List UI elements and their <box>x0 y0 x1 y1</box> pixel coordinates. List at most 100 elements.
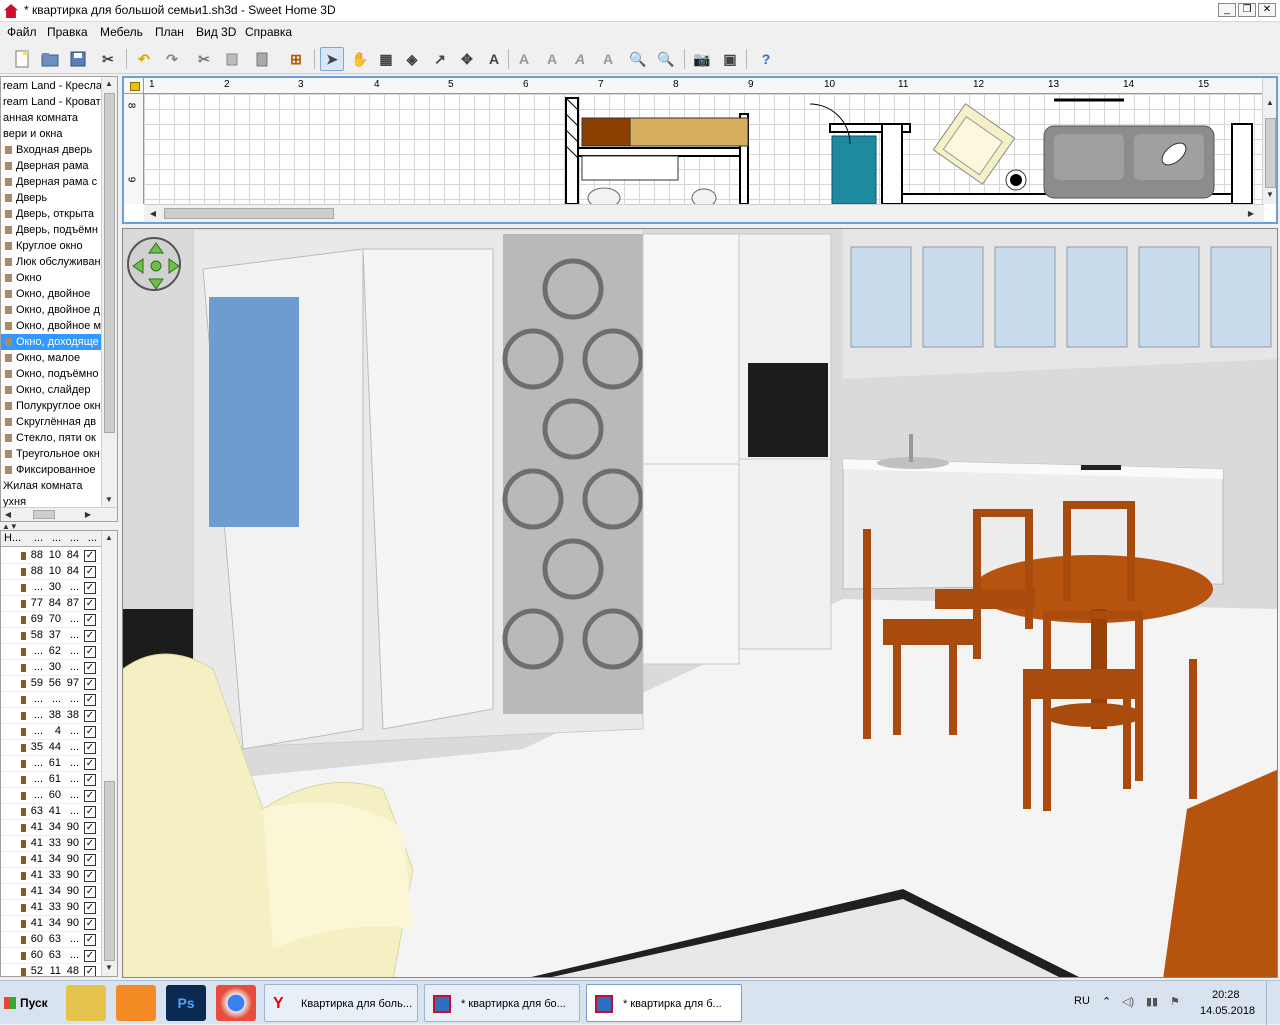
table-row[interactable]: 58 37... ✓ <box>1 628 101 644</box>
visible-checkbox[interactable]: ✓ <box>84 550 96 562</box>
visible-checkbox[interactable]: ✓ <box>84 918 96 930</box>
save-file-icon[interactable] <box>66 47 90 71</box>
visible-checkbox[interactable]: ✓ <box>84 934 96 946</box>
table-row[interactable]: 88 10 84 ✓ <box>1 548 101 564</box>
help-icon[interactable]: ? <box>754 47 778 71</box>
visible-checkbox[interactable]: ✓ <box>84 950 96 962</box>
table-row[interactable]: 41 34 90 ✓ <box>1 820 101 836</box>
flag-icon[interactable]: ⚑ <box>1170 995 1180 1008</box>
clock-date[interactable]: 14.05.2018 <box>1200 1005 1255 1017</box>
undo-icon[interactable]: ↶ <box>132 47 156 71</box>
text-bold-icon[interactable]: A <box>540 47 564 71</box>
visible-checkbox[interactable]: ✓ <box>84 614 96 626</box>
scroll-up-arrow[interactable]: ▲ <box>102 79 116 88</box>
close-button[interactable]: ✕ <box>1258 3 1276 17</box>
visible-checkbox[interactable]: ✓ <box>84 790 96 802</box>
language-indicator[interactable]: RU <box>1074 995 1090 1007</box>
table-row[interactable]: 59 56 97 ✓ <box>1 676 101 692</box>
table-row[interactable]: ... 38 38 ✓ <box>1 708 101 724</box>
zoom-in-icon[interactable]: 🔍 <box>626 47 650 71</box>
create-photo-icon[interactable]: 📷 <box>690 47 714 71</box>
catalog-item[interactable]: Люк обслуживан <box>1 254 115 270</box>
visible-checkbox[interactable]: ✓ <box>84 870 96 882</box>
catalog-item[interactable]: Стекло, пяти ок <box>1 430 115 446</box>
create-video-icon[interactable]: ▣ <box>718 47 742 71</box>
catalog-item[interactable]: Окно, двойное <box>1 286 115 302</box>
visible-checkbox[interactable]: ✓ <box>84 902 96 914</box>
catalog-item[interactable]: Окно, слайдер <box>1 382 115 398</box>
clock-time[interactable]: 20:28 <box>1212 989 1240 1001</box>
table-row[interactable]: 41 34 90 ✓ <box>1 884 101 900</box>
create-walls-icon[interactable]: ▦ <box>374 47 398 71</box>
pan-hand-icon[interactable]: ✋ <box>348 47 372 71</box>
scroll-down-arrow[interactable]: ▼ <box>102 495 116 504</box>
cut-icon[interactable]: ✂ <box>192 47 216 71</box>
catalog-item[interactable]: Дверь <box>1 190 115 206</box>
file-explorer-icon[interactable] <box>66 985 106 1021</box>
menu-file[interactable]: Файл <box>7 25 37 39</box>
catalog-item[interactable]: Окно, малое <box>1 350 115 366</box>
chrome-icon[interactable] <box>216 985 256 1021</box>
scroll-up-arrow[interactable]: ▲ <box>1263 98 1276 107</box>
column-header-depth[interactable]: ... <box>45 532 61 544</box>
scroll-thumb[interactable] <box>33 510 55 519</box>
table-row[interactable]: ... 4... ✓ <box>1 724 101 740</box>
navigation-arrows-icon[interactable] <box>127 237 181 291</box>
volume-icon[interactable]: ◁) <box>1122 995 1134 1008</box>
table-row[interactable]: 88 10 84 ✓ <box>1 564 101 580</box>
photoshop-icon[interactable]: Ps <box>166 985 206 1021</box>
scroll-thumb[interactable] <box>104 93 115 433</box>
scroll-up-arrow[interactable]: ▲ <box>102 533 116 542</box>
visible-checkbox[interactable]: ✓ <box>84 694 96 706</box>
table-row[interactable]: 41 33 90 ✓ <box>1 868 101 884</box>
taskbar-task-yandex[interactable]: Y Квартирка для боль... <box>264 984 418 1022</box>
new-file-icon[interactable] <box>10 47 34 71</box>
column-header-name[interactable]: Н... <box>4 532 22 544</box>
catalog-item[interactable]: Дверь, открыта <box>1 206 115 222</box>
catalog-item[interactable]: Окно, подъёмно <box>1 366 115 382</box>
visible-checkbox[interactable]: ✓ <box>84 710 96 722</box>
3d-view[interactable] <box>122 228 1278 978</box>
menu-3d-view[interactable]: Вид 3D <box>196 25 236 39</box>
visible-checkbox[interactable]: ✓ <box>84 742 96 754</box>
catalog-item[interactable]: Круглое окно <box>1 238 115 254</box>
create-dimensions-icon[interactable]: ✥ <box>455 47 479 71</box>
scroll-thumb[interactable] <box>164 208 334 219</box>
table-row[interactable]: 41 33 90 ✓ <box>1 900 101 916</box>
menu-furniture[interactable]: Мебель <box>100 25 143 39</box>
open-file-icon[interactable] <box>38 47 62 71</box>
start-button[interactable]: Пуск <box>2 989 50 1017</box>
catalog-item[interactable]: Окно, двойное д <box>1 302 115 318</box>
scroll-left-arrow[interactable]: ◀ <box>1 510 15 519</box>
catalog-item[interactable]: анная комната <box>1 110 115 126</box>
taskbar-task-sweethome-1[interactable]: * квартирка для бо... <box>424 984 580 1022</box>
table-row[interactable]: 35 44... ✓ <box>1 740 101 756</box>
menu-plan[interactable]: План <box>155 25 184 39</box>
table-row[interactable]: 52 11 48 ✓ <box>1 964 101 976</box>
scroll-thumb[interactable] <box>104 781 115 961</box>
tray-expand-icon[interactable]: ⌃ <box>1102 995 1111 1008</box>
visible-checkbox[interactable]: ✓ <box>84 758 96 770</box>
maximize-button[interactable]: ❐ <box>1238 3 1256 17</box>
catalog-item[interactable]: Скруглённая дв <box>1 414 115 430</box>
scroll-left-arrow[interactable]: ◀ <box>146 209 160 218</box>
taskbar-task-sweethome-2[interactable]: * квартирка для б... <box>586 984 742 1022</box>
catalog-item[interactable]: Жилая комната <box>1 478 115 494</box>
minimize-button[interactable]: _ <box>1218 3 1236 17</box>
table-row[interactable]: ......... ✓ <box>1 692 101 708</box>
column-header-width[interactable]: ... <box>27 532 43 544</box>
select-arrow-icon[interactable]: ➤ <box>320 47 344 71</box>
catalog-item[interactable]: Дверь, подъёмн <box>1 222 115 238</box>
visible-checkbox[interactable]: ✓ <box>84 646 96 658</box>
catalog-item[interactable]: ream Land - Кроват <box>1 94 115 110</box>
table-row[interactable]: 41 33 90 ✓ <box>1 836 101 852</box>
furniture-list-table[interactable]: Н... ... ... ... ... 88 10 84 ✓ 88 10 84 ✓... 30… <box>0 530 118 977</box>
column-header-height[interactable]: ... <box>63 532 79 544</box>
plan-horizontal-scrollbar[interactable]: ◀ ▶ <box>144 204 1264 222</box>
catalog-item[interactable]: ream Land - Кресла <box>1 78 115 94</box>
catalog-item[interactable]: Входная дверь <box>1 142 115 158</box>
show-desktop-button[interactable] <box>1266 981 1280 1025</box>
table-row[interactable]: ... 30... ✓ <box>1 660 101 676</box>
catalog-item[interactable]: Фиксированное <box>1 462 115 478</box>
text-style-icon[interactable]: A <box>512 47 536 71</box>
